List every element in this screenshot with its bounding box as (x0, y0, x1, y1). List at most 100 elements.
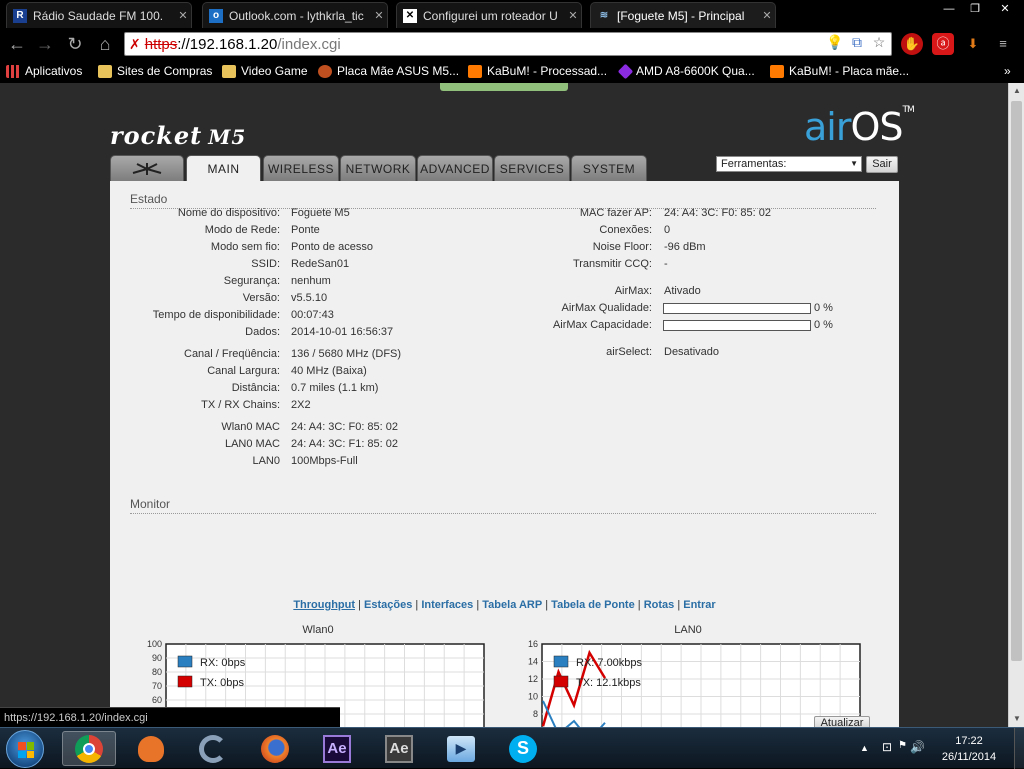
translate-icon[interactable]: ⧉ (848, 33, 866, 51)
status-value: 0 % (814, 302, 833, 314)
taskbar-chrome[interactable] (62, 731, 116, 766)
status-value: 100Mbps-Full (291, 455, 358, 467)
bookmarks-overflow-icon[interactable]: » (1004, 62, 1011, 80)
monitor-link-interfaces[interactable]: Interfaces (421, 599, 473, 611)
browser-tab-radio[interactable]: R Rádio Saudade FM 100. ✕ (6, 2, 192, 28)
volume-icon[interactable]: 🔊 (910, 740, 925, 754)
download-icon[interactable]: ⬇ (962, 33, 984, 55)
clock-time: 17:22 (955, 735, 983, 747)
home-button[interactable]: ⌂ (94, 33, 116, 55)
minimize-button[interactable]: — (938, 0, 960, 18)
status-label: MAC fazer AP: (579, 207, 652, 219)
tab-network[interactable]: NETWORK (340, 155, 416, 181)
system-clock[interactable]: 17:22 26/11/2014 (930, 733, 1008, 765)
tab-services[interactable]: SERVICES (494, 155, 570, 181)
y-tick-label: 100 (147, 639, 162, 649)
tools-select[interactable]: Ferramentas: ▼ (716, 156, 862, 172)
monitor-link-rotas[interactable]: Rotas (644, 599, 675, 611)
scrollbar-thumb[interactable] (1011, 101, 1022, 661)
avira-icon[interactable]: ⓐ (932, 33, 954, 55)
status-label: Noise Floor: (592, 241, 652, 253)
lan0-chart: 0246810121416kbpsRX: 7.00kbpsTX: 12.1kbp… (528, 639, 861, 727)
reload-button[interactable]: ↻ (64, 33, 86, 55)
taskbar-firefox[interactable] (248, 731, 302, 766)
status-value: Ponte (291, 224, 320, 236)
monitor-link-esta-es[interactable]: Estações (364, 599, 412, 611)
status-value: 0.7 miles (1.1 km) (291, 382, 379, 394)
status-value: Desativado (664, 346, 720, 358)
page-scrollbar[interactable]: ▲ ▼ (1008, 83, 1024, 727)
monitor-link-throughput[interactable]: Throughput (293, 599, 355, 611)
browser-tab-forum[interactable]: ✕ Configurei um roteador U ✕ (396, 2, 582, 28)
bookmark-amd[interactable]: AMD A8-6600K Qua... (617, 62, 755, 80)
taskbar-media-player[interactable]: ▶ (434, 731, 488, 766)
close-window-button[interactable]: ✕ (990, 0, 1020, 18)
close-icon[interactable]: ✕ (565, 9, 581, 22)
chevron-down-icon: ▼ (850, 159, 858, 168)
star-icon[interactable]: ☆ (870, 33, 888, 51)
legend-swatch-tx (553, 675, 569, 688)
tab-main[interactable]: MAIN (186, 155, 261, 181)
legend-label-rx: RX: 7.00kbps (576, 657, 643, 669)
y-tick-label: 70 (152, 681, 162, 691)
site-icon (318, 64, 332, 78)
scroll-up-icon[interactable]: ▲ (1009, 83, 1024, 99)
bookmark-kabum-proc[interactable]: KaBuM! - Processad... (468, 62, 607, 80)
network-icon[interactable]: ⊡ (882, 740, 892, 754)
flag-icon[interactable]: ⚑ (898, 740, 907, 751)
tab-ubiquiti-logo[interactable] (110, 155, 184, 181)
tab-title: Rádio Saudade FM 100. (33, 8, 164, 23)
show-desktop-button[interactable] (1014, 728, 1024, 769)
status-label: LAN0 MAC (224, 438, 280, 450)
taskbar-app-2[interactable] (124, 731, 178, 766)
back-button[interactable]: ← (6, 33, 28, 55)
address-bar[interactable]: ✗ https ://192.168.1.20 /index.cgi (124, 32, 892, 56)
rocket-m5-logo: rocket M5 (110, 121, 246, 150)
after-effects-icon: Ae (323, 734, 351, 763)
taskbar-app-3[interactable] (186, 731, 240, 766)
scroll-down-icon[interactable]: ▼ (1009, 711, 1024, 727)
restore-button[interactable]: ❐ (964, 0, 986, 18)
monitor-link-tabela-arp[interactable]: Tabela ARP (482, 599, 542, 611)
monitor-link-tabela-de-ponte[interactable]: Tabela de Ponte (551, 599, 635, 611)
status-label: Segurança: (223, 275, 280, 287)
tools-label: Ferramentas: (721, 158, 787, 170)
link-separator: | (542, 599, 552, 611)
start-button[interactable] (6, 730, 44, 768)
folder-icon (98, 64, 112, 78)
windows-logo-icon (18, 742, 34, 758)
logo-suffix: M5 (208, 125, 247, 149)
y-tick-label: 10 (528, 692, 538, 702)
browser-tab-foguete[interactable]: ≋ [Foguete M5] - Principal ✕ (590, 2, 776, 28)
browser-tab-outlook[interactable]: o Outlook.com - lythkrla_tic ✕ (202, 2, 388, 28)
tab-advanced[interactable]: ADVANCED (417, 155, 493, 181)
bookmark-asus[interactable]: Placa Mãe ASUS M5... (318, 62, 459, 80)
tab-wireless[interactable]: WIRELESS (263, 155, 339, 181)
taskbar-skype[interactable]: S (496, 731, 550, 766)
forward-button[interactable]: → (34, 33, 56, 55)
status-value: -96 dBm (664, 241, 706, 253)
status-label: Modo sem fio: (210, 241, 280, 253)
bookmark-apps[interactable]: Aplicativos (6, 62, 82, 80)
close-icon[interactable]: ✕ (759, 9, 775, 22)
tray-expand-icon[interactable]: ▲ (860, 743, 869, 753)
taskbar-after-effects[interactable]: Ae (310, 731, 364, 766)
url-scheme: https (144, 35, 178, 53)
y-tick-label: 60 (152, 695, 162, 705)
close-icon[interactable]: ✕ (371, 9, 387, 22)
taskbar-after-effects-2[interactable]: Ae (372, 731, 426, 766)
tab-system[interactable]: SYSTEM (571, 155, 647, 181)
status-label: AirMax: (614, 285, 652, 297)
adblock-icon[interactable]: ✋ (901, 33, 923, 55)
bookmark-kabum-placa[interactable]: KaBuM! - Placa mãe... (770, 62, 909, 80)
logout-button[interactable]: Sair (866, 156, 898, 173)
status-value: Ativado (664, 285, 701, 297)
bookmark-videogame[interactable]: Video Game (222, 62, 308, 80)
chart-title-lan0: LAN0 (674, 624, 702, 636)
monitor-link-entrar[interactable]: Entrar (683, 599, 715, 611)
close-icon[interactable]: ✕ (175, 9, 191, 22)
firefox-icon (261, 734, 289, 763)
lightbulb-icon[interactable]: 💡 (826, 33, 844, 51)
menu-icon[interactable]: ≡ (992, 33, 1014, 55)
bookmark-compras[interactable]: Sites de Compras (98, 62, 212, 80)
